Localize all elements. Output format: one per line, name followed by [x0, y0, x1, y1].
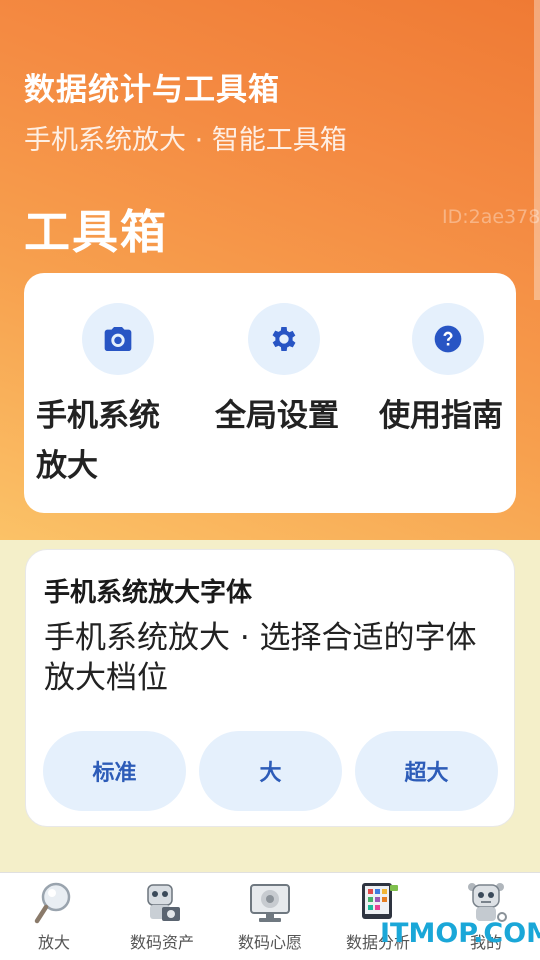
font-size-xlarge-button[interactable]: 超大 [355, 731, 498, 811]
font-card-title: 手机系统放大字体 [44, 578, 253, 608]
tool-screen-zoom[interactable]: 手机系统放大 [36, 303, 186, 491]
font-size-standard-button[interactable]: 标准 [43, 731, 186, 811]
font-size-large-button[interactable]: 大 [199, 731, 342, 811]
toolbox-card: 手机系统放大 全局设置 使用指南 [24, 273, 516, 513]
nav-label: 放大 [37, 933, 70, 952]
robot-wallet-icon [147, 884, 180, 921]
id-watermark: ID:2ae378 [442, 206, 540, 228]
tool-label: 全局设置 [215, 398, 339, 434]
tool-label: 使用指南 [379, 398, 503, 434]
tool-global-settings[interactable]: 全局设置 [202, 303, 352, 441]
tool-label: 手机系统放大 [36, 398, 160, 484]
nav-item-digital-wish[interactable]: 数码心愿 [216, 873, 324, 960]
help-icon [412, 303, 484, 375]
nav-item-zoom[interactable]: 放大 [0, 873, 108, 960]
nav-label: 数码资产 [129, 933, 194, 952]
magnifier-icon [34, 882, 71, 924]
scrollbar[interactable] [534, 0, 540, 300]
section-title-toolbox: 工具箱 [24, 205, 168, 259]
font-size-card: 手机系统放大字体 手机系统放大 · 选择合适的字体放大档位 标准 大 超大 [25, 549, 515, 827]
font-card-description: 手机系统放大 · 选择合适的字体放大档位 [44, 620, 477, 696]
site-watermark: ITMOP.COM [380, 918, 540, 949]
app-title: 数据统计与工具箱 [24, 72, 280, 108]
tool-user-guide[interactable]: 使用指南 [366, 303, 516, 441]
nav-label: 数码心愿 [237, 933, 302, 952]
gear-icon [248, 303, 320, 375]
camera-icon [82, 303, 154, 375]
nav-item-digital-assets[interactable]: 数码资产 [108, 873, 216, 960]
app-subtitle: 手机系统放大 · 智能工具箱 [24, 125, 347, 156]
flower-monitor-icon [250, 884, 290, 922]
